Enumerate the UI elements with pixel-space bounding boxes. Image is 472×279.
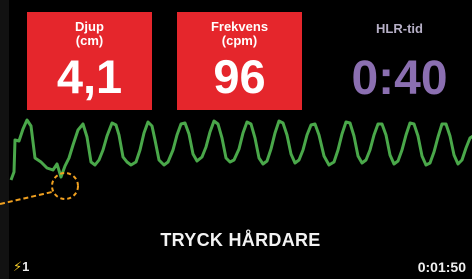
callout-leader-line [0, 191, 53, 205]
callout-circle [51, 172, 79, 200]
device-display: Djup (cm) 4,1 Frekvens (cpm) 96 HLR-tid … [0, 0, 472, 279]
waveform-callout [0, 172, 79, 205]
